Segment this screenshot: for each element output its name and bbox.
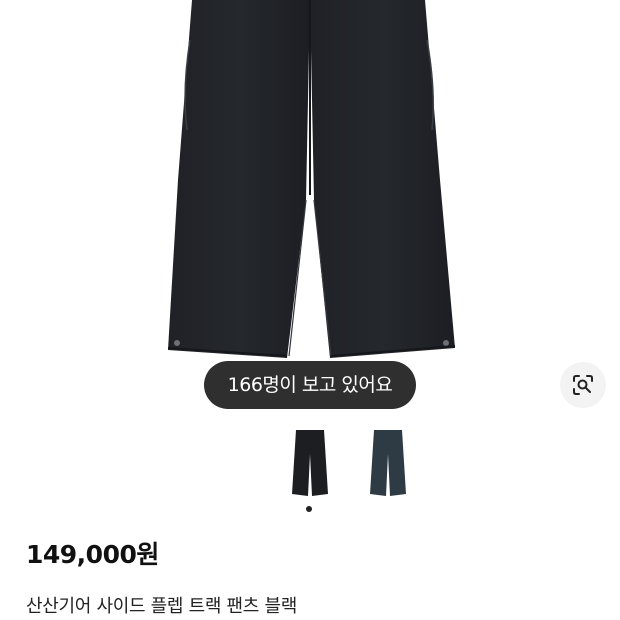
product-price: 149,000원 (26, 540, 159, 569)
selected-thumbnail-dot (306, 506, 312, 512)
pants-thumbnail-icon (370, 430, 406, 496)
viewers-count-badge: 166명이 보고 있어요 (204, 361, 416, 409)
pants-thumbnail-icon (292, 430, 328, 496)
color-thumbnail-black[interactable] (290, 428, 330, 500)
lens-search-icon (573, 375, 593, 395)
product-detail-page: 166명이 보고 있어요 149,000원 산산기어 사이드 플렙 트랙 팬츠 … (0, 0, 620, 620)
color-thumbnail-navy[interactable] (368, 428, 408, 500)
pants-image (167, 0, 456, 358)
product-main-image[interactable] (0, 0, 620, 420)
product-name: 산산기어 사이드 플렙 트랙 팬츠 블랙 (26, 596, 298, 617)
visual-search-button[interactable] (560, 362, 606, 408)
